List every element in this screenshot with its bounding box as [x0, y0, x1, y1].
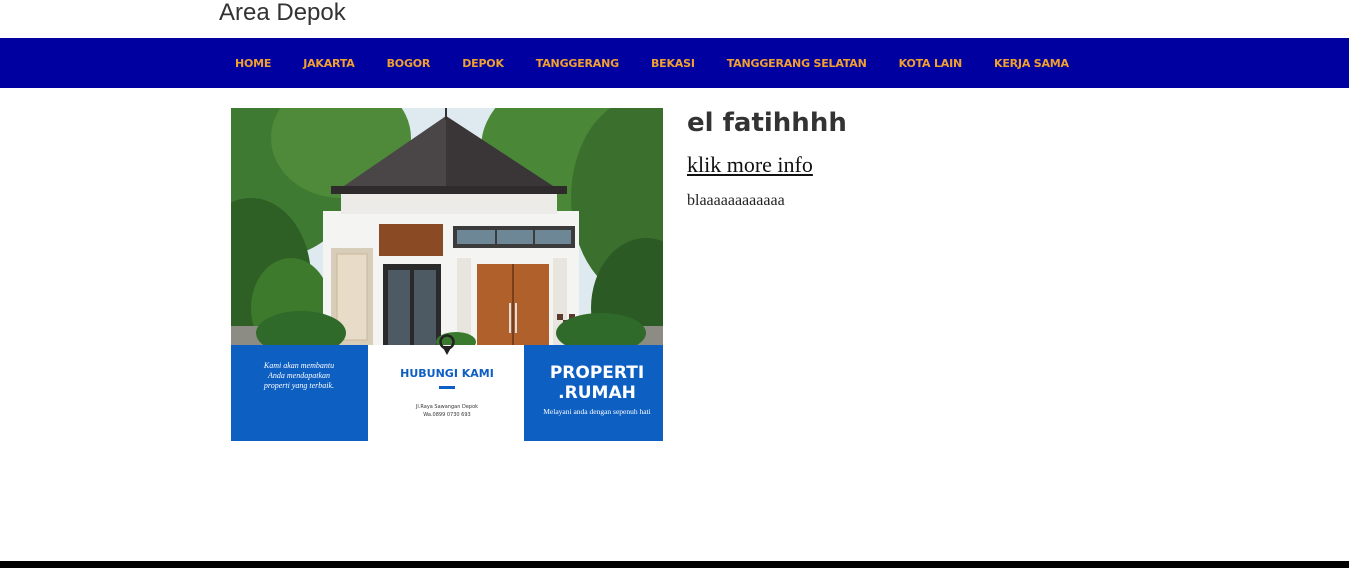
- nav-item-kerja-sama[interactable]: KERJA SAMA: [978, 57, 1085, 70]
- nav-list: HOME JAKARTA BOGOR DEPOK TANGGERANG BEKA…: [219, 38, 1085, 88]
- nav-item-bogor[interactable]: BOGOR: [371, 57, 447, 70]
- post-thumbnail[interactable]: Kami akan membantu Anda mendapatkan prop…: [231, 108, 663, 441]
- banner-left-line-2: Anda mendapatkan: [267, 371, 330, 380]
- banner-phone: Wa.0899 0730 693: [423, 412, 470, 418]
- nav-item-depok[interactable]: DEPOK: [446, 57, 520, 70]
- banner-contact-heading: HUBUNGI KAMI: [400, 367, 494, 380]
- banner-tagline: Melayani anda dengan sepenuh hati: [543, 407, 650, 416]
- banner-brand-line-2: .RUMAH: [558, 383, 636, 403]
- site-title[interactable]: Area Depok: [219, 0, 346, 28]
- nav-item-tanggerang-selatan[interactable]: TANGGERANG SELATAN: [711, 57, 883, 70]
- banner-brand-line-1: PROPERTI: [550, 363, 644, 383]
- nav-item-kota-lain[interactable]: KOTA LAIN: [883, 57, 978, 70]
- house-banner-image: Kami akan membantu Anda mendapatkan prop…: [231, 108, 663, 441]
- banner-left-line-3: properti yang terbaik.: [263, 381, 334, 390]
- nav-item-tanggerang[interactable]: TANGGERANG: [520, 57, 635, 70]
- banner-address: Jl.Raya Sawangan Depok: [415, 404, 478, 410]
- post-excerpt: blaaaaaaaaaaaa: [687, 192, 785, 209]
- nav-item-home[interactable]: HOME: [219, 57, 287, 70]
- main-navbar: HOME JAKARTA BOGOR DEPOK TANGGERANG BEKA…: [0, 38, 1349, 88]
- post-title[interactable]: el fatihhhh: [687, 108, 847, 138]
- nav-item-jakarta[interactable]: JAKARTA: [287, 57, 370, 70]
- nav-item-bekasi[interactable]: BEKASI: [635, 57, 711, 70]
- more-info-link[interactable]: klik more info: [687, 152, 813, 178]
- footer-bar: [0, 561, 1349, 568]
- banner-left-line-1: Kami akan membantu: [263, 361, 334, 370]
